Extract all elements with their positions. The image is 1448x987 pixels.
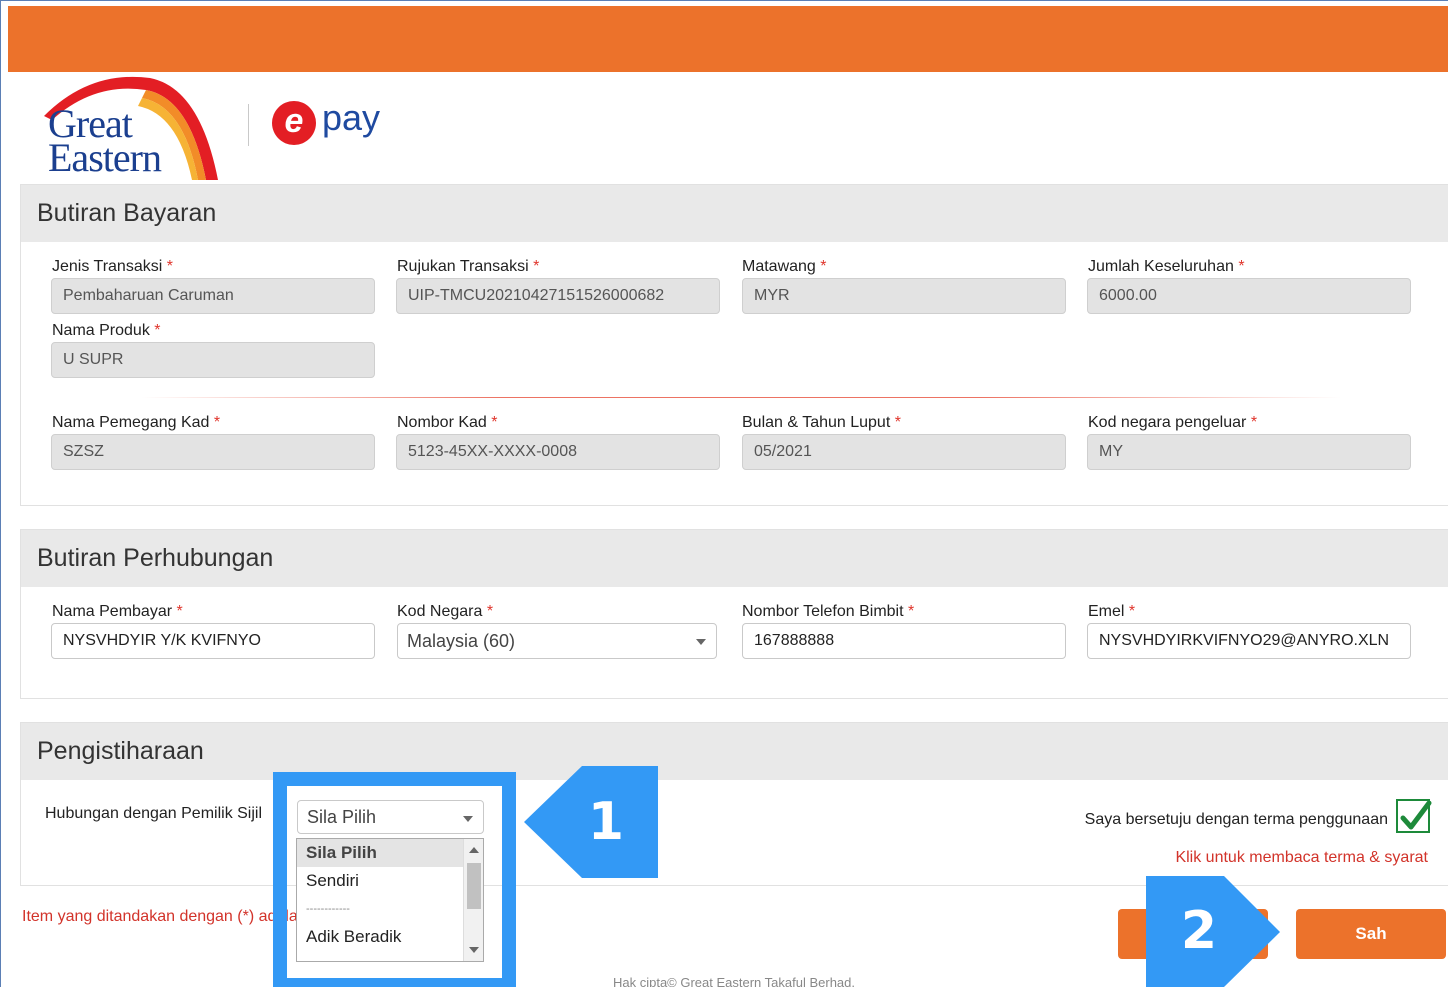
- field-label: Kod Negara *: [397, 603, 494, 620]
- highlight-box: [273, 772, 516, 987]
- declaration-title: Pengistiharaan: [21, 723, 1448, 780]
- great-eastern-logo: Great Eastern: [30, 76, 230, 180]
- field-label: Nama Pemegang Kad *: [52, 414, 221, 431]
- terms-link[interactable]: Klik untuk membaca terma & syarat: [1175, 849, 1428, 867]
- field-label: Bulan & Tahun Luput *: [742, 414, 901, 431]
- country-code-select[interactable]: Malaysia (60): [397, 623, 717, 659]
- cardholder-name-field: SZSZ: [51, 434, 375, 470]
- field-label: Jenis Transaksi *: [52, 258, 173, 275]
- section-divider: [141, 397, 1341, 398]
- chevron-down-icon: [696, 639, 706, 645]
- expiry-field: 05/2021: [742, 434, 1066, 470]
- field-label: Nombor Kad *: [397, 414, 498, 431]
- payment-details-section: Butiran Bayaran Jenis Transaksi * Pembah…: [20, 184, 1448, 506]
- agree-checkbox[interactable]: [1396, 799, 1432, 833]
- currency-field: MYR: [742, 278, 1066, 314]
- step-number-2: 2: [1180, 901, 1218, 961]
- epay-e-icon: e: [272, 101, 316, 145]
- logo-divider: [248, 104, 249, 146]
- transaction-type-field: Pembaharuan Caruman: [51, 278, 375, 314]
- payment-details-title: Butiran Bayaran: [21, 185, 1448, 242]
- required-fields-note: Item yang ditandakan dengan (*) adalah: [22, 908, 307, 925]
- card-number-field: 5123-45XX-XXXX-0008: [396, 434, 720, 470]
- mobile-number-input[interactable]: 167888888: [742, 623, 1066, 659]
- field-label: Emel *: [1088, 603, 1136, 620]
- transaction-ref-field: UIP-TMCU20210427151526000682: [396, 278, 720, 314]
- country-code-value: Malaysia (60): [407, 631, 516, 651]
- field-label: Rujukan Transaksi *: [397, 258, 540, 275]
- epay-text: pay: [322, 97, 381, 138]
- step-number-1: 1: [587, 792, 625, 852]
- submit-button[interactable]: Sah: [1296, 909, 1446, 959]
- field-label: Matawang *: [742, 258, 827, 275]
- field-label: Kod negara pengeluar *: [1088, 414, 1258, 431]
- relationship-label: Hubungan dengan Pemilik Sijil: [45, 805, 263, 822]
- payer-name-input[interactable]: NYSVHDYIR Y/K KVIFNYO: [51, 623, 375, 659]
- top-header-bar: [8, 6, 1448, 72]
- field-label: Jumlah Keseluruhan *: [1088, 258, 1245, 275]
- issuer-country-field: MY: [1087, 434, 1411, 470]
- product-name-field: U SUPR: [51, 342, 375, 378]
- logo-text-eastern: Eastern: [48, 135, 162, 180]
- epay-logo: e pay: [272, 97, 381, 146]
- field-label: Nama Pembayar *: [52, 603, 183, 620]
- agree-terms-label: Saya bersetuju dengan terma penggunaan: [1084, 811, 1388, 828]
- declaration-section: Pengistiharaan Hubungan dengan Pemilik S…: [20, 722, 1448, 886]
- contact-details-title: Butiran Perhubungan: [21, 530, 1448, 587]
- email-input[interactable]: NYSVHDYIRKVIFNYO29@ANYRO.XLN: [1087, 623, 1411, 659]
- total-amount-field: 6000.00: [1087, 278, 1411, 314]
- field-label: Nama Produk *: [52, 322, 161, 339]
- contact-details-section: Butiran Perhubungan Nama Pembayar * NYSV…: [20, 529, 1448, 699]
- checkmark-icon: [1400, 800, 1432, 830]
- field-label: Nombor Telefon Bimbit *: [742, 603, 915, 620]
